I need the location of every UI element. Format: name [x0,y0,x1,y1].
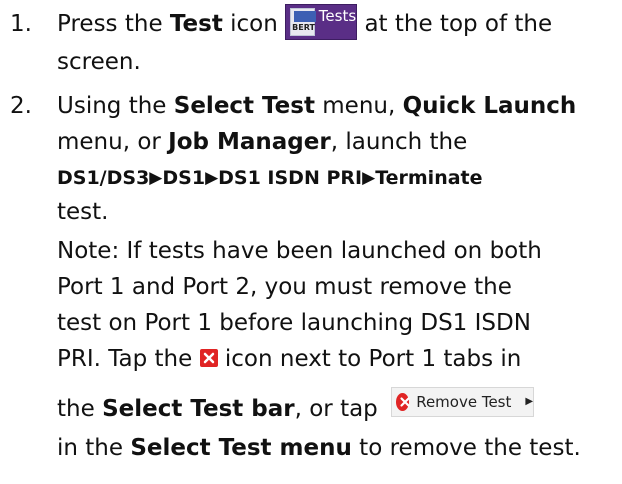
select-test-bar-bold: Select Test bar [102,396,295,422]
text: the [57,396,103,422]
text: , launch the [330,129,468,155]
close-icon [199,348,218,367]
note-text: test on Port 1 before launching DS1 ISDN [57,310,531,336]
text: menu, [314,93,403,119]
step-2-number: 2. [10,93,32,119]
path-ds1-ds3: DS1/DS3 [57,167,150,189]
path-terminate: Terminate [375,167,483,189]
text: icon next to Port 1 tabs in [217,346,522,372]
note-text: Port 1 and Port 2, you must remove the [57,274,512,300]
caret-right-icon: ▶ [525,396,534,407]
bert-icon: BERT [290,8,317,36]
text: Using the [57,93,174,119]
text: , or tap [294,396,386,422]
instruction-document: 1. Press the Test icon BERT Tests at the… [0,0,622,484]
select-test-menu-bold: Select Test menu [130,435,352,461]
path-arrow-icon: ▶ [205,168,219,188]
text: to remove the test. [351,435,581,461]
remove-test-label: Remove Test [416,393,512,411]
path-arrow-icon: ▶ [149,168,163,188]
text: in the [57,435,131,461]
tests-icon: BERT Tests [285,4,358,40]
text: icon [222,11,286,37]
remove-x-icon [396,393,410,411]
select-test-bold: Select Test [173,93,315,119]
tests-label: Tests [318,7,357,25]
quick-launch-bold: Quick Launch [402,93,577,119]
bert-label: BERT [292,23,315,32]
text: at the top of the [357,11,553,37]
screen-text: screen. [57,49,141,75]
path-ds1-isdn-pri: DS1 ISDN PRI [218,167,363,189]
path-arrow-icon: ▶ [362,168,376,188]
text: PRI. Tap the [57,346,200,372]
text: menu, or [57,129,169,155]
note-text: Note: If tests have been launched on bot… [57,238,542,264]
test-word: test. [57,199,109,225]
scope-graphic [294,11,317,22]
text: Press the [57,11,170,37]
test-bold: Test [169,11,223,37]
remove-test-button: Remove Test ▶ [391,387,535,417]
path-ds1: DS1 [162,167,206,189]
job-manager-bold: Job Manager [168,129,331,155]
step-1-number: 1. [10,11,32,37]
